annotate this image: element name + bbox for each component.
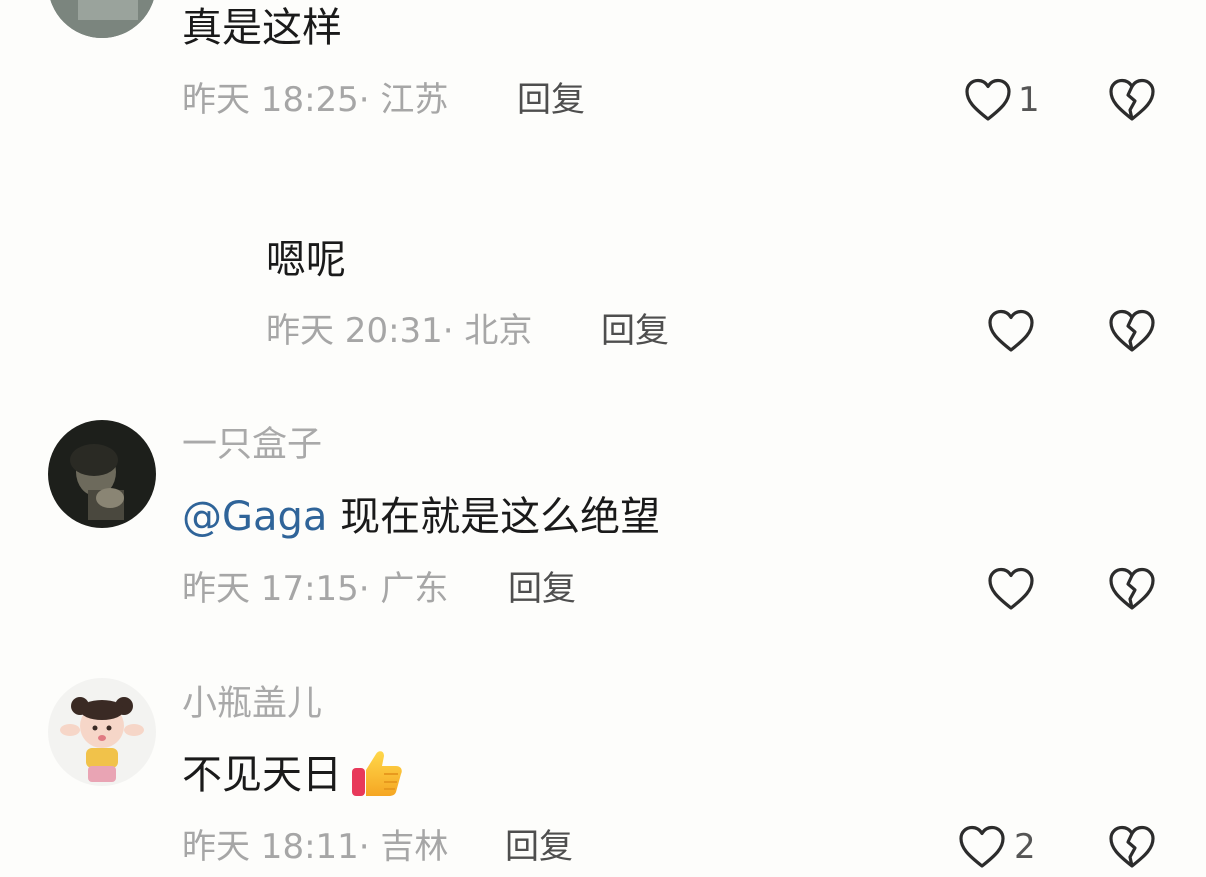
heart-outline-icon[interactable] xyxy=(958,824,1006,870)
comment-text: 嗯呢 xyxy=(266,237,346,283)
heart-outline-icon[interactable] xyxy=(964,77,1012,123)
username[interactable]: 一只盒子 xyxy=(182,424,322,466)
reply-button[interactable]: 回复 xyxy=(508,568,576,610)
comment-time: 昨天 17:15 xyxy=(182,569,359,609)
heart-outline-icon[interactable] xyxy=(987,308,1035,354)
like-count: 1 xyxy=(1018,80,1040,120)
comment-location: · 广东 xyxy=(358,569,449,609)
comment-location: · 北京 xyxy=(442,311,533,351)
comment-text-body: 现在就是这么绝望 xyxy=(327,494,661,540)
comment-text: @Gaga 现在就是这么绝望 xyxy=(182,493,660,541)
reply-button[interactable]: 回复 xyxy=(517,79,585,121)
avatar[interactable] xyxy=(48,0,156,38)
thumbs-up-emoji xyxy=(350,746,404,800)
like-count: 2 xyxy=(1014,827,1036,867)
comment-meta: 昨天 18:11· 吉林 xyxy=(182,826,448,868)
comment-text-body: 不见天日 xyxy=(182,752,342,798)
username[interactable]: 小瓶盖儿 xyxy=(182,683,322,725)
comment-time: 昨天 20:31 xyxy=(266,311,443,351)
broken-heart-icon[interactable] xyxy=(1108,824,1156,870)
reply-button[interactable]: 回复 xyxy=(601,310,669,352)
comment-meta: 昨天 20:31· 北京 xyxy=(266,310,532,352)
comment-time: 昨天 18:11 xyxy=(182,827,359,867)
comment-time: 昨天 18:25 xyxy=(182,80,359,120)
broken-heart-icon[interactable] xyxy=(1108,77,1156,123)
broken-heart-icon[interactable] xyxy=(1108,308,1156,354)
comment-text: 不见天日 xyxy=(182,750,404,804)
comment-meta: 昨天 17:15· 广东 xyxy=(182,568,448,610)
comment-location: · 江苏 xyxy=(358,80,449,120)
comment-location: · 吉林 xyxy=(358,827,449,867)
avatar[interactable] xyxy=(48,420,156,528)
avatar[interactable] xyxy=(48,678,156,786)
comment-text: 真是这样 xyxy=(182,5,342,51)
comment-meta: 昨天 18:25· 江苏 xyxy=(182,79,448,121)
mention-link[interactable]: @Gaga xyxy=(182,494,327,540)
reply-button[interactable]: 回复 xyxy=(505,826,573,868)
broken-heart-icon[interactable] xyxy=(1108,566,1156,612)
heart-outline-icon[interactable] xyxy=(987,566,1035,612)
